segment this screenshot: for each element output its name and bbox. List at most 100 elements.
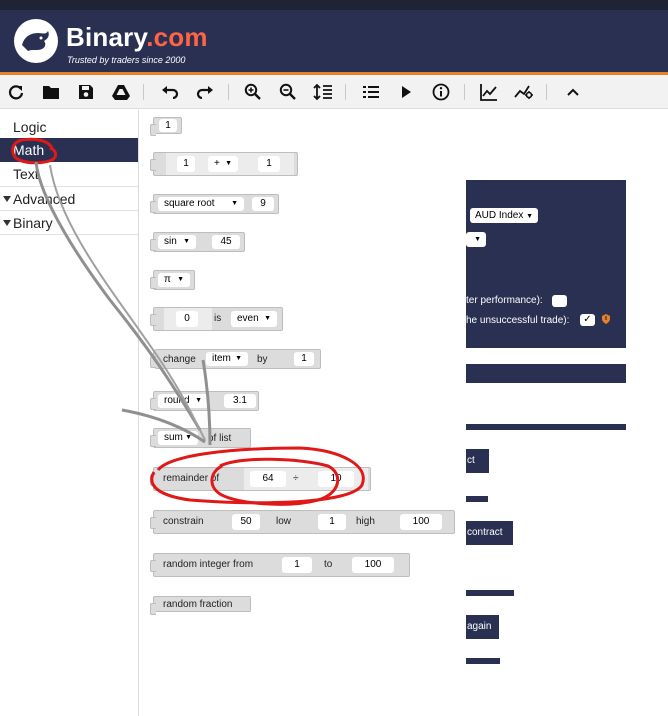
- category-math[interactable]: Math: [0, 138, 138, 162]
- expand-triangle-icon: [3, 220, 11, 226]
- property-dropdown[interactable]: even ▼: [231, 311, 277, 327]
- from-field[interactable]: 1: [282, 557, 312, 573]
- math-number-block[interactable]: 1: [150, 117, 182, 136]
- save-button[interactable]: [74, 80, 98, 104]
- dropdown-value: even: [237, 313, 259, 324]
- block-bar[interactable]: [466, 590, 514, 596]
- value-field[interactable]: 45: [212, 235, 240, 249]
- category-label: Logic: [13, 119, 47, 135]
- category-logic[interactable]: Logic: [0, 115, 138, 139]
- brand-name[interactable]: Binary.com: [66, 22, 208, 53]
- expand-triangle-icon: [3, 196, 11, 202]
- dropdown-value: +: [214, 158, 220, 169]
- value-field[interactable]: 0: [176, 311, 198, 327]
- category-advanced[interactable]: Advanced: [0, 187, 138, 211]
- performance-checkbox[interactable]: [552, 295, 567, 307]
- unsuccessful-trade-label: he unsuccessful trade):: [466, 315, 570, 326]
- google-drive-button[interactable]: [109, 80, 133, 104]
- low-field[interactable]: 1: [318, 514, 346, 530]
- math-modulo-block[interactable]: remainder of 64 ÷ 10: [150, 467, 371, 491]
- warning-shield-icon[interactable]: [602, 314, 610, 324]
- save-icon: [79, 85, 93, 99]
- to-field[interactable]: 100: [352, 557, 394, 573]
- google-drive-icon: [112, 84, 130, 100]
- run-button[interactable]: [394, 80, 418, 104]
- toolbox-sidebar: Logic Math Text Advanced Binary: [0, 110, 139, 716]
- collapse-toolbar-button[interactable]: [561, 80, 585, 104]
- browser-top-strip: [0, 0, 668, 10]
- number-field[interactable]: 1: [159, 119, 177, 132]
- trade-again-block[interactable]: again: [464, 614, 500, 640]
- math-trig-block[interactable]: sin ▼ 45: [150, 232, 245, 252]
- market-select[interactable]: AUD Index ▼: [470, 208, 539, 223]
- zoom-out-button[interactable]: [276, 80, 300, 104]
- math-property-block[interactable]: 0 is even ▼: [150, 307, 283, 331]
- remainder-label: remainder of: [163, 473, 220, 484]
- dropdown-arrow-icon: ▼: [264, 315, 271, 322]
- category-text[interactable]: Text: [0, 162, 138, 186]
- site-header: Binary.com Trusted by traders since 2000: [0, 10, 668, 72]
- value-field[interactable]: 1: [294, 352, 314, 366]
- value-field[interactable]: 3.1: [224, 394, 256, 408]
- high-field[interactable]: 100: [400, 514, 442, 530]
- category-label: Text: [13, 166, 39, 182]
- operand-b-field[interactable]: 1: [258, 156, 280, 172]
- trig-dropdown[interactable]: sin ▼: [158, 235, 196, 249]
- secondary-select[interactable]: ▼: [466, 232, 486, 247]
- list-op-dropdown[interactable]: sum ▼: [158, 431, 198, 445]
- binary-logo[interactable]: [14, 19, 58, 63]
- math-on-list-block[interactable]: sum ▼ of list: [150, 428, 251, 448]
- zoom-in-button[interactable]: [241, 80, 265, 104]
- divisor-field[interactable]: 10: [318, 471, 354, 487]
- chart-button[interactable]: [477, 80, 501, 104]
- category-label: Binary: [13, 215, 53, 231]
- info-button[interactable]: [429, 80, 453, 104]
- chart-icon: [480, 84, 497, 101]
- function-dropdown[interactable]: square root ▼: [158, 197, 244, 211]
- unsuccessful-trade-checkbox[interactable]: ✓: [580, 314, 595, 326]
- block-bar[interactable]: [466, 496, 488, 502]
- operator-dropdown[interactable]: + ▼: [208, 156, 238, 172]
- tradingview-button[interactable]: [512, 80, 536, 104]
- purchase-contract-block[interactable]: ct: [464, 448, 490, 474]
- math-random-int-block[interactable]: random integer from 1 to 100: [150, 553, 410, 577]
- dividend-field[interactable]: 64: [250, 471, 286, 487]
- dropdown-arrow-icon: ▼: [177, 276, 184, 283]
- dropdown-arrow-icon: ▼: [225, 160, 232, 167]
- dropdown-value: round: [164, 395, 190, 406]
- value-field[interactable]: 50: [232, 514, 260, 530]
- summary-button[interactable]: [359, 80, 383, 104]
- math-constrain-block[interactable]: constrain 50 low 1 high 100: [150, 510, 455, 534]
- math-change-block[interactable]: change item ▼ by 1: [150, 349, 321, 369]
- app-root: Binary.com Trusted by traders since 2000: [0, 0, 668, 716]
- math-random-fraction-block[interactable]: random fraction: [150, 596, 251, 615]
- category-binary[interactable]: Binary: [0, 211, 138, 235]
- rearrange-button[interactable]: [311, 80, 335, 104]
- block-bar[interactable]: [466, 658, 500, 664]
- redo-button[interactable]: [193, 80, 217, 104]
- math-arithmetic-block[interactable]: 1 + ▼ 1: [150, 152, 298, 176]
- math-constant-block[interactable]: π ▼: [150, 270, 195, 290]
- toolbar-separator: [345, 84, 346, 100]
- dropdown-arrow-icon: ▼: [526, 213, 534, 220]
- variable-dropdown[interactable]: item ▼: [206, 352, 248, 366]
- math-round-block[interactable]: round ▼ 3.1: [150, 391, 259, 411]
- constrain-label: constrain: [163, 516, 204, 527]
- purchase-conditions-block[interactable]: [466, 364, 626, 383]
- operand-a-field[interactable]: 1: [177, 156, 195, 172]
- round-dropdown[interactable]: round ▼: [158, 394, 208, 408]
- trade-block-bar[interactable]: [466, 424, 626, 430]
- market-select-value: AUD Index: [475, 210, 524, 221]
- value-field[interactable]: 9: [252, 197, 274, 211]
- sell-contract-block[interactable]: contract: [464, 520, 514, 546]
- reload-button[interactable]: [4, 80, 28, 104]
- toolbar: [0, 75, 668, 109]
- collapse-icon: [567, 88, 579, 96]
- undo-button[interactable]: [158, 80, 182, 104]
- reload-icon: [8, 85, 24, 100]
- dropdown-value: square root: [164, 198, 215, 209]
- open-button[interactable]: [39, 80, 63, 104]
- constant-dropdown[interactable]: π ▼: [158, 273, 190, 287]
- dropdown-value: π: [164, 274, 171, 285]
- math-single-block[interactable]: square root ▼ 9: [150, 194, 279, 214]
